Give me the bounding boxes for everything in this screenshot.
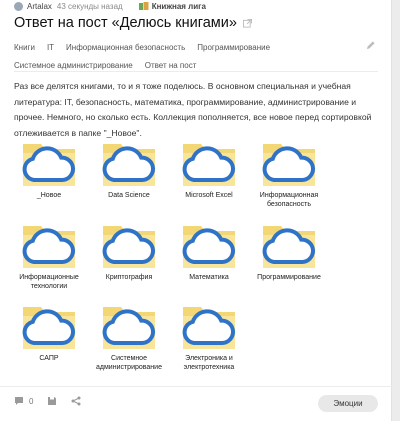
author-avatar[interactable] (14, 1, 23, 11)
post-card: Artalax 43 секунды назад Книжная лига От… (0, 0, 392, 421)
folder-label: Data Science (108, 192, 150, 199)
cloud-sync-icon (22, 228, 75, 264)
folder-icon[interactable] (101, 303, 157, 351)
cloud-sync-icon (22, 146, 75, 182)
page-side-strip (392, 0, 400, 421)
folder-label: Криптография (105, 274, 153, 281)
post-body-text: Раз все делятся книгами, то и я тоже под… (14, 81, 372, 138)
post-time: 43 секунды назад (56, 1, 123, 11)
cloud-sync-icon (22, 309, 75, 345)
tag-it[interactable]: IT (47, 43, 54, 52)
folder-item[interactable]: Электроника и электротехника (174, 303, 244, 372)
folder-label: Информационная безопасность (259, 192, 319, 208)
comments-count[interactable]: 0 (29, 397, 33, 406)
tag-list: Книги IT Информационная безопасность Про… (14, 38, 380, 74)
cloud-sync-icon (182, 146, 235, 182)
folder-item[interactable]: САПР (14, 303, 84, 363)
folder-item[interactable]: Программирование (254, 222, 324, 282)
cloud-sync-icon (262, 228, 315, 264)
cloud-sync-icon (102, 228, 155, 264)
folder-label: Математика (189, 274, 229, 281)
folder-icon[interactable] (101, 222, 157, 270)
folder-item[interactable]: Информационная безопасность (254, 140, 324, 209)
folder-icon[interactable] (181, 222, 237, 270)
folder-item[interactable]: _Новое (14, 140, 84, 200)
post-footer: 0 (14, 396, 86, 406)
emotions-button[interactable]: Эмоции (318, 395, 378, 412)
footer-divider (0, 386, 392, 387)
community-name[interactable]: Книжная лига (152, 2, 206, 11)
folder-label: Информационные технологии (19, 274, 79, 290)
external-link-icon[interactable] (242, 18, 252, 28)
folder-item[interactable]: Криптография (94, 222, 164, 282)
folder-label: Microsoft Excel (185, 192, 233, 199)
folder-item[interactable]: Математика (174, 222, 244, 282)
cloud-sync-icon (262, 146, 315, 182)
folder-item[interactable]: Data Science (94, 140, 164, 200)
tag-programming[interactable]: Программирование (197, 43, 270, 52)
folder-icon[interactable] (261, 140, 317, 188)
comment-icon[interactable] (14, 396, 24, 406)
cloud-sync-icon (182, 228, 235, 264)
save-icon[interactable] (47, 396, 57, 406)
share-icon[interactable] (71, 396, 81, 406)
folder-icon[interactable] (261, 222, 317, 270)
post-title-text[interactable]: Ответ на пост «Делюсь книгами» (14, 15, 237, 31)
folder-label: Системное администрирование (96, 355, 162, 371)
tag-knigi[interactable]: Книги (14, 43, 35, 52)
tag-sysadmin[interactable]: Системное администрирование (14, 61, 133, 70)
edit-pencil-icon[interactable] (366, 40, 376, 50)
folder-item[interactable]: Системное администрирование (94, 303, 164, 372)
folder-item[interactable]: Microsoft Excel (174, 140, 244, 200)
tag-reply-to-post[interactable]: Ответ на пост (145, 61, 197, 70)
folder-label: Программирование (257, 274, 321, 281)
post-meta: Artalax 43 секунды назад Книжная лига (14, 0, 206, 12)
folder-label: САПР (39, 355, 59, 362)
folder-icon[interactable] (181, 303, 237, 351)
community-icon[interactable] (138, 1, 149, 11)
author-name[interactable]: Artalax (27, 2, 52, 11)
post-title[interactable]: Ответ на пост «Делюсь книгами» (14, 15, 252, 31)
folder-icon[interactable] (181, 140, 237, 188)
cloud-sync-icon (102, 146, 155, 182)
divider (14, 71, 378, 72)
cloud-sync-icon (182, 309, 235, 345)
folder-icon[interactable] (21, 222, 77, 270)
folder-label: _Новое (36, 192, 62, 199)
folder-item[interactable]: Информационные технологии (14, 222, 84, 291)
folder-icon[interactable] (101, 140, 157, 188)
cloud-sync-icon (102, 309, 155, 345)
folder-icon[interactable] (21, 303, 77, 351)
tag-infosec[interactable]: Информационная безопасность (66, 43, 185, 52)
folder-label: Электроника и электротехника (183, 355, 235, 371)
folder-icon[interactable] (21, 140, 77, 188)
